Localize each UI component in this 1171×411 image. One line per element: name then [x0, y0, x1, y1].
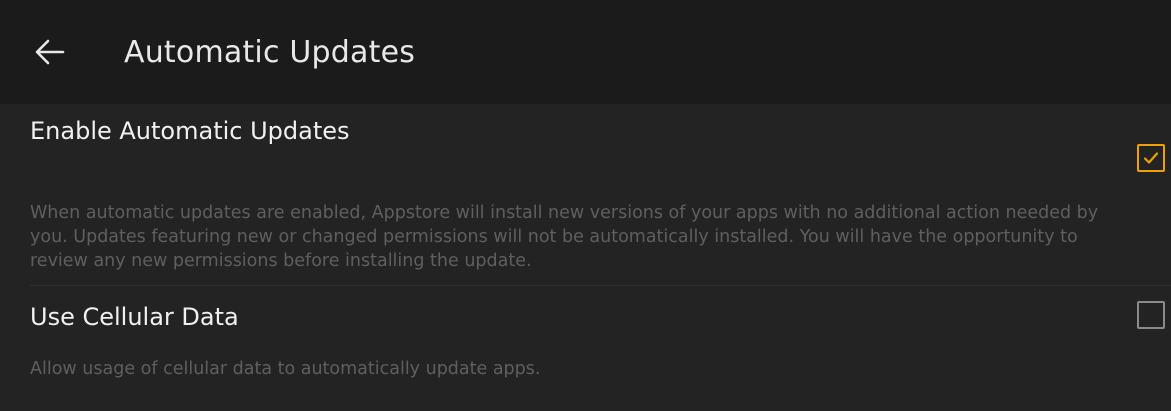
page-title: Automatic Updates [124, 34, 416, 70]
use-cellular-data-checkbox[interactable] [1137, 301, 1165, 329]
enable-automatic-updates-checkbox[interactable] [1137, 144, 1165, 172]
setting-description-enable-automatic-updates: When automatic updates are enabled, Apps… [30, 203, 1099, 271]
setting-title-use-cellular-data[interactable]: Use Cellular Data [30, 303, 239, 331]
setting-title-enable-automatic-updates[interactable]: Enable Automatic Updates [30, 117, 350, 145]
arrow-left-icon [35, 39, 65, 65]
settings-list: Enable Automatic Updates When automatic … [0, 104, 1171, 411]
back-button[interactable] [24, 26, 76, 78]
checkmark-icon [1139, 146, 1163, 170]
divider [30, 285, 1171, 286]
setting-description-use-cellular-data: Allow usage of cellular data to automati… [30, 359, 541, 379]
app-header: Automatic Updates [0, 0, 1171, 104]
